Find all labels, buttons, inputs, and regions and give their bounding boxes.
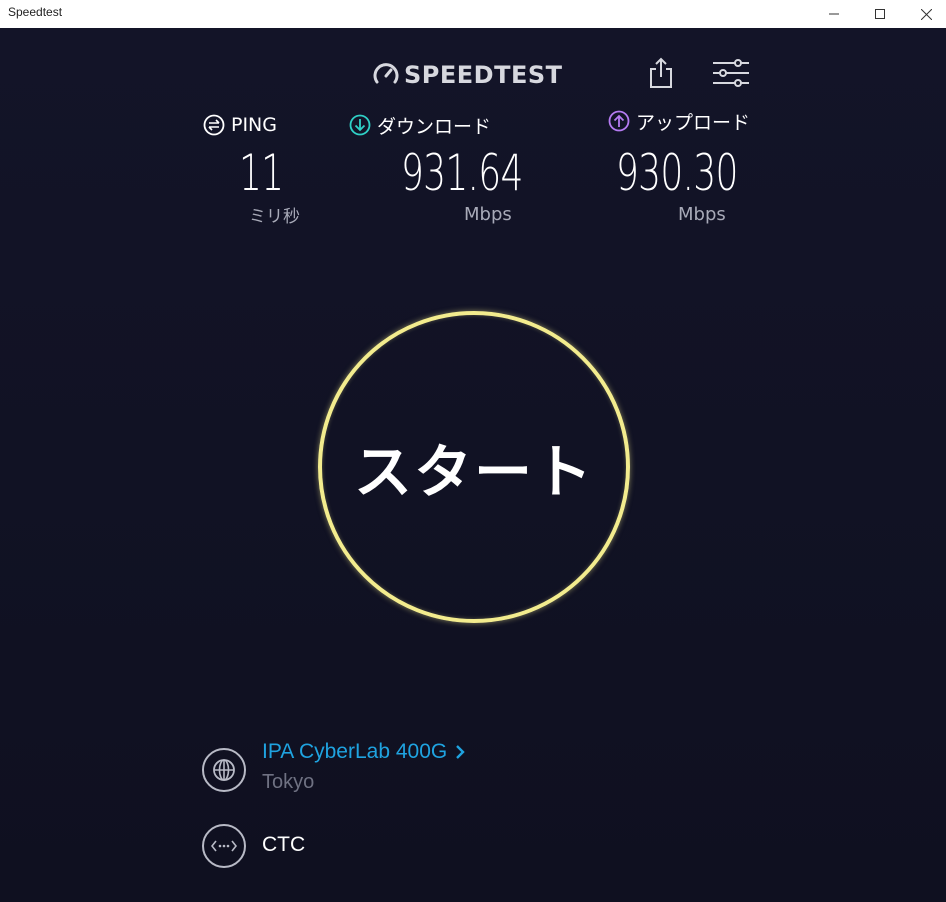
start-button[interactable]: スタート: [318, 311, 630, 623]
minimize-icon: [829, 13, 839, 15]
server-city: Tokyo: [262, 771, 315, 793]
main-content: SPEEDTEST PING 11 ミリ秒 ダウンロード 931.64 Mbps…: [0, 28, 946, 902]
maximize-icon: [875, 9, 885, 19]
download-header: ダウンロード: [349, 112, 549, 138]
download-metric: ダウンロード 931.64 Mbps: [349, 112, 549, 225]
download-unit: Mbps: [464, 204, 512, 225]
upload-label: アップロード: [636, 111, 751, 134]
speedtest-logo: SPEEDTEST: [372, 60, 563, 90]
connection-dots-icon: [211, 840, 237, 852]
ping-label: PING: [231, 114, 277, 136]
share-button[interactable]: [646, 56, 676, 90]
start-label: スタート: [353, 438, 594, 506]
speedometer-icon: [373, 63, 399, 84]
maximize-button[interactable]: [858, 0, 902, 28]
ping-metric: PING 11 ミリ秒: [203, 112, 343, 227]
close-button[interactable]: [904, 0, 946, 28]
isp-button[interactable]: [202, 824, 246, 868]
chevron-right-icon: [456, 745, 465, 759]
download-value: 931.64: [401, 144, 523, 202]
isp-name: CTC: [262, 833, 306, 856]
close-icon: [920, 8, 932, 20]
globe-icon: [213, 759, 235, 781]
server-name: IPA CyberLab 400G: [262, 740, 448, 763]
logo-text: SPEEDTEST: [404, 61, 563, 89]
ping-value: 11: [239, 144, 284, 202]
upload-value: 930.30: [616, 144, 738, 202]
server-globe-button[interactable]: [202, 748, 246, 792]
title-bar: Speedtest: [0, 0, 946, 28]
ping-unit: ミリ秒: [249, 207, 300, 227]
share-icon: [650, 57, 672, 88]
window-title: Speedtest: [8, 5, 63, 19]
upload-header: アップロード: [608, 108, 808, 134]
upload-metric: アップロード 930.30 Mbps: [608, 108, 808, 225]
minimize-button[interactable]: [812, 0, 856, 28]
download-label: ダウンロード: [377, 115, 492, 138]
settings-sliders-icon: [713, 59, 749, 87]
ping-icon: [203, 114, 225, 136]
upload-arrow-icon: [608, 110, 630, 132]
upload-unit: Mbps: [678, 204, 726, 225]
settings-button[interactable]: [711, 58, 751, 88]
server-name-link[interactable]: IPA CyberLab 400G: [262, 740, 465, 764]
download-arrow-icon: [349, 114, 371, 136]
ping-header: PING: [203, 112, 343, 138]
